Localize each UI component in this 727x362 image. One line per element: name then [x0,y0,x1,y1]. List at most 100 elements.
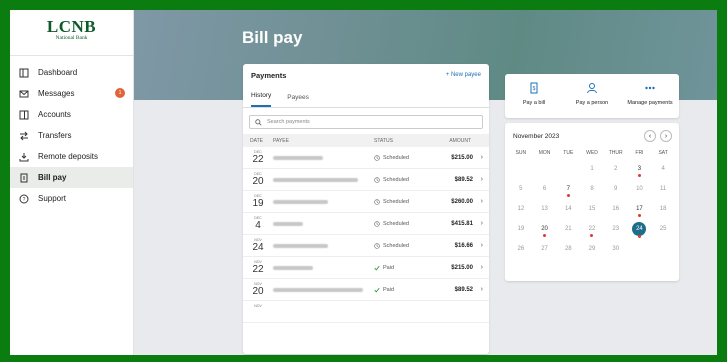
pay-a-person-button[interactable]: Pay a person [563,74,621,118]
calendar-day[interactable]: 18 [651,202,675,222]
row-date: NOV [251,304,265,308]
table-row[interactable]: DEC 20 Scheduled $89.52 › [243,169,489,191]
table-row[interactable]: DEC 22 Scheduled $215.00 › [243,147,489,169]
table-row[interactable]: NOV 24 Scheduled $16.66 › [243,235,489,257]
chevron-right-icon[interactable]: › [481,154,483,161]
calendar-day[interactable]: 16 [604,202,628,222]
chevron-right-icon[interactable]: › [481,198,483,205]
calendar-day[interactable]: 21 [556,222,580,242]
calendar-day-number: 30 [612,246,620,252]
pay-a-bill-label: Pay a bill [522,100,546,106]
row-amount: $16.66 [454,243,473,249]
table-row[interactable]: NOV 20 Paid $89.52 › [243,279,489,301]
calendar-day[interactable]: 26 [509,242,533,262]
calendar-day[interactable]: 19 [509,222,533,242]
calendar-day[interactable]: 9 [604,182,628,202]
calendar-day[interactable]: 25 [651,222,675,242]
calendar-day[interactable]: 2 [604,162,628,182]
calendar-day-number: 21 [564,226,572,232]
sidebar-item-bill-pay[interactable]: Bill pay [10,167,133,188]
sidebar-item-label: Transfers [38,131,72,140]
calendar-day[interactable]: 15 [580,202,604,222]
row-date: NOV 22 [251,260,265,275]
calendar-day-number: 4 [661,166,665,172]
calendar-day[interactable]: 28 [556,242,580,262]
calendar-day[interactable]: 1 [580,162,604,182]
calendar-day-number: 9 [614,186,618,192]
chevron-right-icon[interactable]: › [481,176,483,183]
calendar-day[interactable]: 6 [533,182,557,202]
manage-payments-button[interactable]: Manage payments [621,74,679,118]
calendar-day[interactable]: 3 [628,162,652,182]
calendar-day[interactable]: 13 [533,202,557,222]
calendar-header: November 2023 ‹ › [505,123,679,143]
calendar-day-today[interactable]: 24 [628,222,652,242]
column-amount[interactable]: AMOUNT [449,138,471,144]
calendar-weekday: SAT [658,150,668,156]
search-input[interactable]: Search payments [249,115,483,129]
column-payee[interactable]: PAYEE [273,138,289,144]
row-date: NOV 24 [251,238,265,253]
sidebar-item-accounts[interactable]: Accounts [10,104,133,125]
calendar-day[interactable]: 10 [628,182,652,202]
new-payee-link[interactable]: + New payee [446,72,481,78]
calendar-day[interactable]: 27 [533,242,557,262]
calendar-day[interactable]: 14 [556,202,580,222]
calendar-day[interactable]: 22 [580,222,604,242]
sidebar-item-messages[interactable]: Messages 1 [10,83,133,104]
payee-name-redacted [273,288,363,292]
sidebar-item-transfers[interactable]: Transfers [10,125,133,146]
calendar-day[interactable]: 17 [628,202,652,222]
sidebar-item-remote-deposits[interactable]: Remote deposits [10,146,133,167]
payee-name-redacted [273,266,313,270]
status-label: Scheduled [383,199,409,205]
sidebar-item-dashboard[interactable]: Dashboard [10,62,133,83]
tab-history[interactable]: History [251,92,272,107]
prev-month-button[interactable]: ‹ [644,130,656,142]
next-month-button[interactable]: › [660,130,672,142]
calendar-day[interactable]: 7 [556,182,580,202]
row-date: DEC 4 [251,216,265,231]
calendar-day[interactable]: 30 [604,242,628,262]
column-status[interactable]: STATUS [374,138,393,144]
calendar-weekday: THUR [608,150,623,156]
svg-text:$: $ [533,86,536,92]
bank-logo[interactable]: LCNB National Bank [10,10,133,56]
chevron-right-icon[interactable]: › [481,220,483,227]
clock-icon [374,155,380,161]
chevron-right-icon[interactable]: › [481,242,483,249]
calendar-day[interactable]: 8 [580,182,604,202]
calendar-day[interactable]: 29 [580,242,604,262]
sidebar-item-label: Bill pay [38,173,67,182]
calendar-day[interactable]: 11 [651,182,675,202]
calendar-day[interactable]: 20 [533,222,557,242]
chevron-right-icon[interactable]: › [481,286,483,293]
row-date: DEC 19 [251,194,265,209]
calendar-grid: SUN MON TUE WED THUR FRI SAT 1 2 3 4 5 6 7 8 9 10 11 12 13 1… [505,143,679,262]
pay-a-person-label: Pay a person [575,100,609,106]
pay-a-bill-button[interactable]: $ Pay a bill [505,74,563,118]
calendar-day[interactable]: 12 [509,202,533,222]
chevron-right-icon[interactable]: › [481,264,483,271]
table-row[interactable]: DEC 19 Scheduled $260.00 › [243,191,489,213]
column-date[interactable]: DATE [250,138,263,144]
tab-payees[interactable]: Payees [287,94,309,107]
calendar-day[interactable]: 4 [651,162,675,182]
calendar-day-number: 11 [660,186,667,192]
table-row[interactable]: NOV [243,301,489,323]
calendar-day[interactable]: 23 [604,222,628,242]
sidebar-item-support[interactable]: ? Support [10,188,133,209]
row-day: 20 [252,176,264,187]
row-date: NOV 20 [251,282,265,297]
calendar-weekday: MON [538,150,551,156]
payee-name-redacted [273,156,323,160]
table-row[interactable]: NOV 22 Paid $215.00 › [243,257,489,279]
check-icon [374,287,380,293]
payee-name-redacted [273,244,328,248]
status-badge: Paid [374,287,394,293]
row-date: DEC 20 [251,172,265,187]
table-row[interactable]: DEC 4 Scheduled $415.81 › [243,213,489,235]
calendar-day[interactable]: 5 [509,182,533,202]
calendar-day-number: 29 [588,246,596,252]
calendar-day-number: 24 [632,222,647,236]
